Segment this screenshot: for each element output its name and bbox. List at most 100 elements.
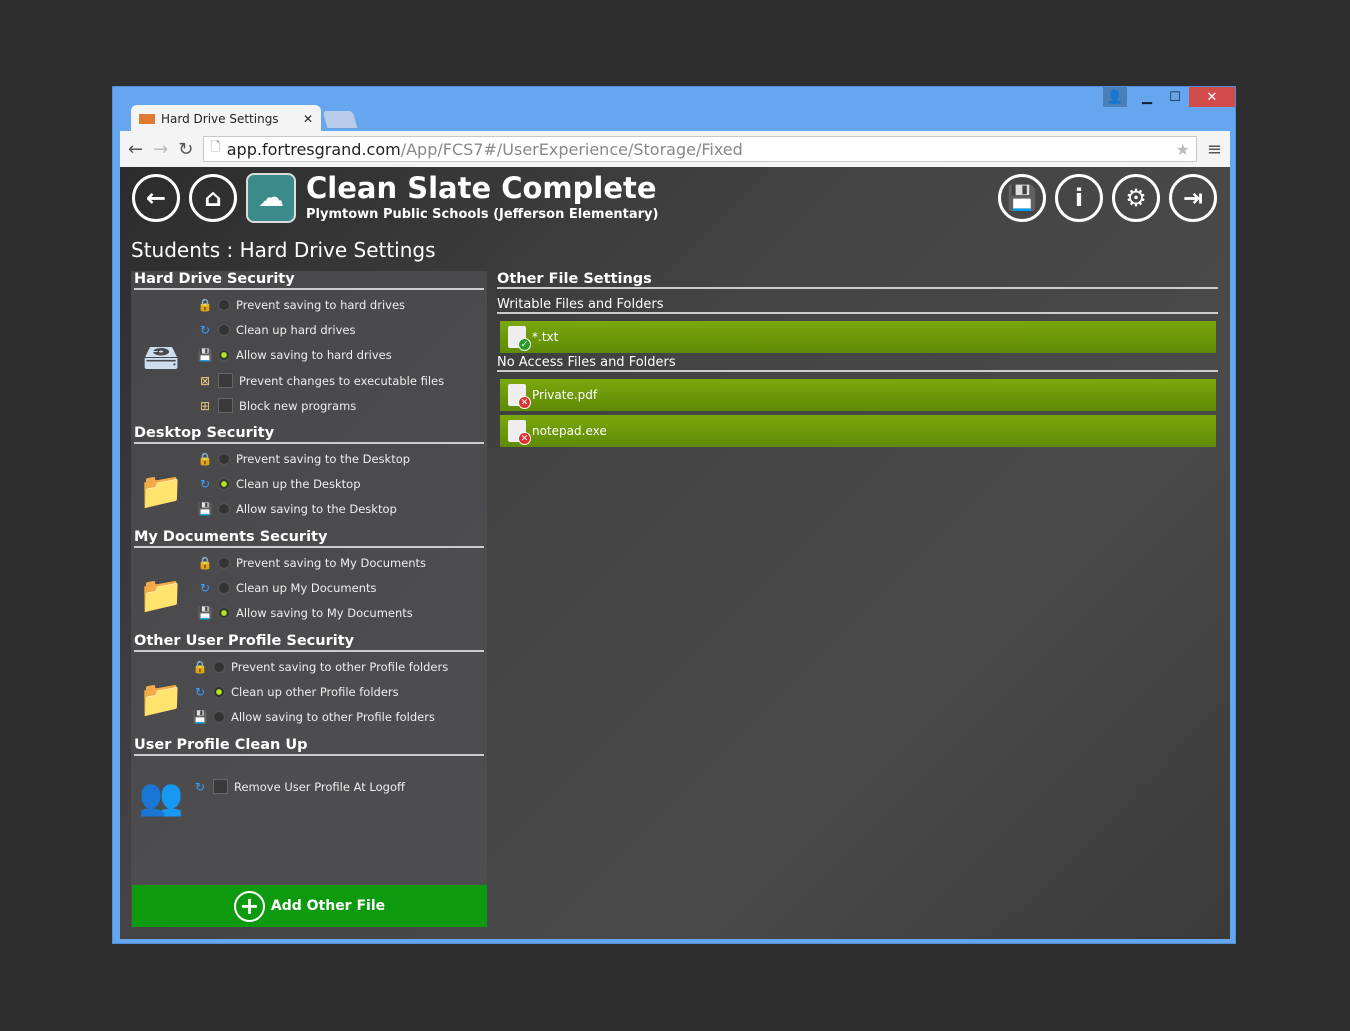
lock-icon: 🔒 xyxy=(197,556,213,570)
setting-row[interactable]: 💾 Allow saving to other Profile folders xyxy=(193,710,435,724)
reload-icon[interactable]: ↻ xyxy=(178,139,193,160)
back-icon[interactable]: ← xyxy=(128,139,143,160)
writable-heading: Writable Files and Folders xyxy=(497,297,1218,314)
app-title: Clean Slate Complete xyxy=(306,171,657,205)
section-heading: User Profile Clean Up xyxy=(134,737,484,756)
close-tab-icon[interactable]: ✕ xyxy=(303,112,313,126)
file-name: Private.pdf xyxy=(532,388,598,402)
address-bar[interactable]: 🗋 app.fortresgrand.com/App/FCS7#/UserExp… xyxy=(203,136,1197,162)
minimize-button[interactable]: ▁ xyxy=(1135,87,1159,107)
home-button[interactable]: ⌂ xyxy=(189,174,237,222)
no-access-heading: No Access Files and Folders xyxy=(497,355,1218,372)
writable-file-item[interactable]: ✓ *.txt xyxy=(500,321,1216,353)
setting-row[interactable]: 💾 Allow saving to hard drives xyxy=(198,348,392,362)
favicon-icon xyxy=(139,114,155,124)
setting-row[interactable]: ⊞ Block new programs xyxy=(198,398,356,413)
file-name: *.txt xyxy=(532,330,559,344)
new-tab-button[interactable] xyxy=(322,111,358,128)
logout-button[interactable]: ⇥ xyxy=(1169,174,1217,222)
radio-button[interactable] xyxy=(218,453,230,465)
section-heading: Hard Drive Security xyxy=(134,271,484,290)
setting-row[interactable]: 🔒 Prevent saving to other Profile folders xyxy=(193,660,449,674)
close-window-button[interactable]: ✕ xyxy=(1189,87,1235,107)
floppy-icon: 💾 xyxy=(197,606,213,620)
setting-row[interactable]: 🔒 Prevent saving to My Documents xyxy=(197,556,427,570)
save-button[interactable]: 💾 xyxy=(998,174,1046,222)
maximize-button[interactable]: ☐ xyxy=(1163,87,1187,107)
setting-row[interactable]: ↻ Clean up the Desktop xyxy=(198,477,361,491)
setting-label: Clean up the Desktop xyxy=(236,477,361,491)
setting-row[interactable]: ↻ Remove User Profile At Logoff xyxy=(193,779,405,794)
file-blocked-icon: ✕ xyxy=(508,420,531,445)
tab-title: Hard Drive Settings xyxy=(161,112,279,126)
floppy-icon: 💾 xyxy=(197,348,213,362)
refresh-icon: ↻ xyxy=(194,685,206,699)
file-allowed-icon: ✓ xyxy=(508,326,531,351)
radio-button[interactable] xyxy=(218,503,230,515)
checkbox[interactable] xyxy=(218,398,233,413)
radio-button[interactable] xyxy=(213,661,225,673)
no-access-file-item[interactable]: ✕ notepad.exe xyxy=(500,415,1216,447)
setting-row[interactable]: ↻ Clean up hard drives xyxy=(198,323,355,337)
setting-label: Clean up other Profile folders xyxy=(231,685,399,699)
setting-row[interactable]: 💾 Allow saving to the Desktop xyxy=(198,502,397,516)
section-heading: My Documents Security xyxy=(134,529,484,548)
browser-tab[interactable]: Hard Drive Settings ✕ xyxy=(131,105,321,133)
setting-row[interactable]: 🔒 Prevent saving to the Desktop xyxy=(197,452,411,466)
refresh-icon: ↻ xyxy=(199,323,211,337)
url-host: app.fortresgrand.com xyxy=(226,139,401,159)
no-access-file-item[interactable]: ✕ Private.pdf xyxy=(500,379,1216,411)
radio-button[interactable] xyxy=(218,582,230,594)
setting-row[interactable]: ⊠ Prevent changes to executable files xyxy=(198,373,444,388)
refresh-icon: ↻ xyxy=(194,779,206,794)
radio-button[interactable] xyxy=(218,478,230,490)
floppy-icon: 💾 xyxy=(197,502,213,516)
plus-icon: + xyxy=(233,890,265,922)
add-other-file-button[interactable]: + Add Other File xyxy=(132,885,487,927)
radio-button[interactable] xyxy=(213,686,225,698)
page-icon: 🗋 xyxy=(210,140,221,155)
profile-folder-icon: 📁 xyxy=(138,678,184,720)
app-logo-icon: ☁ xyxy=(246,173,296,223)
page-title: Students : Hard Drive Settings xyxy=(131,238,436,262)
setting-label: Prevent saving to the Desktop xyxy=(236,452,411,466)
radio-button[interactable] xyxy=(218,607,230,619)
browser-toolbar: ← → ↻ 🗋 app.fortresgrand.com/App/FCS7#/U… xyxy=(120,131,1230,167)
back-button[interactable]: ← xyxy=(132,174,180,222)
setting-label: Allow saving to the Desktop xyxy=(236,502,397,516)
file-name: notepad.exe xyxy=(532,424,607,438)
menu-icon[interactable]: ≡ xyxy=(1207,139,1222,160)
floppy-icon: 💾 xyxy=(192,710,208,724)
setting-label: Prevent changes to executable files xyxy=(239,373,445,388)
setting-label: Clean up My Documents xyxy=(236,581,377,595)
star-icon[interactable]: ★ xyxy=(1176,140,1190,159)
documents-folder-icon: 📁 xyxy=(138,574,184,616)
refresh-icon: ↻ xyxy=(199,581,211,595)
user-icon[interactable]: 👤 xyxy=(1103,87,1127,107)
app-subtitle: Plymtown Public Schools (Jefferson Eleme… xyxy=(306,207,659,222)
forward-icon[interactable]: → xyxy=(153,139,168,160)
setting-label: Prevent saving to hard drives xyxy=(236,298,406,312)
radio-button[interactable] xyxy=(218,324,230,336)
radio-button[interactable] xyxy=(218,349,230,361)
radio-button[interactable] xyxy=(213,711,225,723)
settings-button[interactable]: ⚙ xyxy=(1112,174,1160,222)
section-heading: Other User Profile Security xyxy=(134,633,484,652)
setting-row[interactable]: ↻ Clean up My Documents xyxy=(198,581,377,595)
add-button-label: Add Other File xyxy=(270,898,386,914)
setting-label: Remove User Profile At Logoff xyxy=(234,779,405,794)
url-path: /App/FCS7#/UserExperience/Storage/Fixed xyxy=(400,139,743,159)
checkbox[interactable] xyxy=(218,373,233,388)
radio-button[interactable] xyxy=(218,299,230,311)
setting-label: Allow saving to hard drives xyxy=(236,348,392,362)
info-button[interactable]: i xyxy=(1055,174,1103,222)
setting-label: Prevent saving to My Documents xyxy=(236,556,427,570)
radio-button[interactable] xyxy=(218,557,230,569)
setting-row[interactable]: 🔒 Prevent saving to hard drives xyxy=(198,298,405,312)
setting-row[interactable]: ↻ Clean up other Profile folders xyxy=(193,685,399,699)
lock-icon: 🔒 xyxy=(197,298,213,312)
checkbox[interactable] xyxy=(213,779,228,794)
window-block-icon: ⊠ xyxy=(199,373,211,388)
setting-row[interactable]: 💾 Allow saving to My Documents xyxy=(198,606,413,620)
lock-icon: 🔒 xyxy=(197,452,213,466)
